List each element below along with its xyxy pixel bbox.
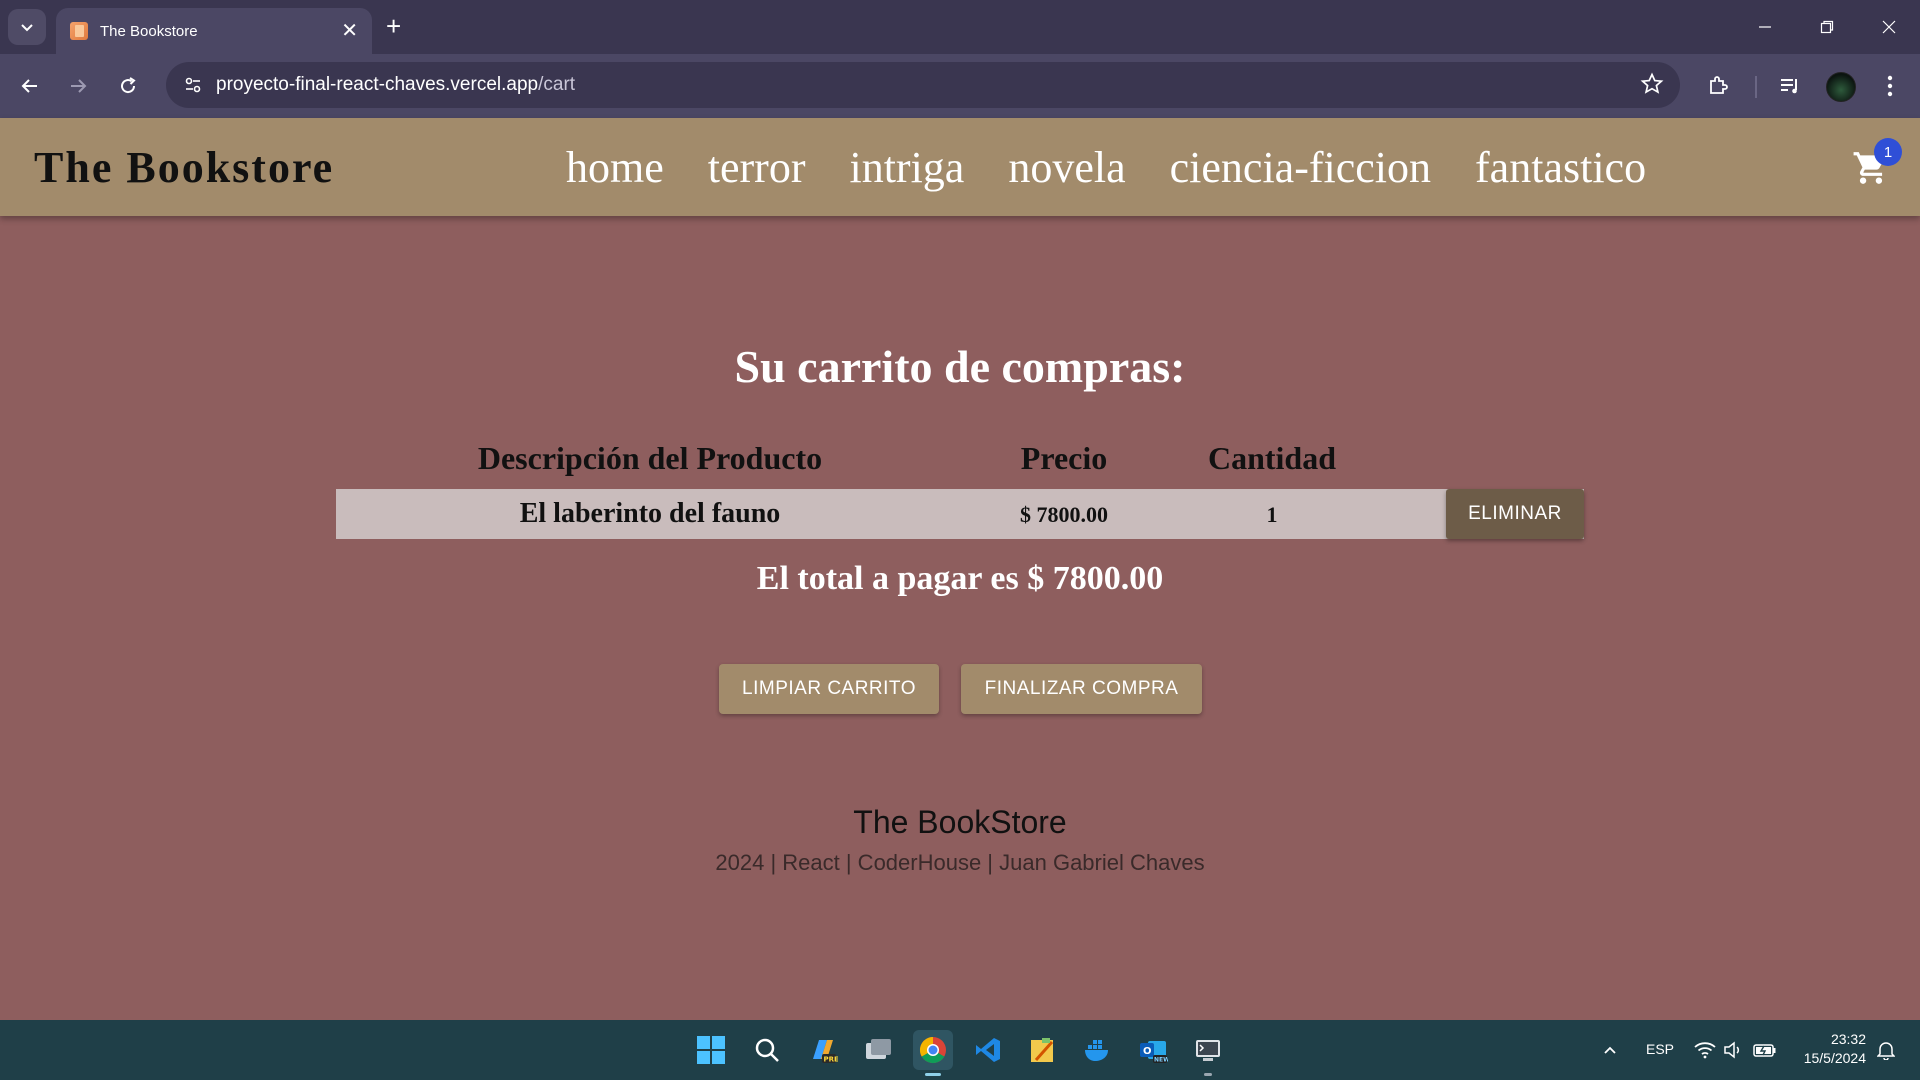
nav-intriga[interactable]: intriga bbox=[849, 142, 964, 193]
close-window-button[interactable] bbox=[1858, 0, 1920, 54]
footer-title: The BookStore bbox=[853, 804, 1067, 840]
chevron-up-icon bbox=[1604, 1046, 1616, 1054]
url-path: /cart bbox=[538, 74, 576, 95]
playlist-icon bbox=[1781, 79, 1797, 94]
clock-date: 15/5/2024 bbox=[1803, 1050, 1866, 1066]
windows-taskbar: PRE O NEW ESP 23:32 15/5/2024 bbox=[0, 1020, 1920, 1080]
cart-count-badge: 1 bbox=[1874, 138, 1902, 166]
clear-cart-button[interactable]: LIMPIAR CARRITO bbox=[719, 664, 939, 714]
item-quantity: 1 bbox=[1266, 502, 1278, 527]
new-tab-button[interactable]: + bbox=[386, 12, 401, 40]
chrome-icon[interactable] bbox=[913, 1030, 953, 1076]
url-text: proyecto-final-react-chaves.vercel.app/c… bbox=[216, 74, 575, 96]
window-controls bbox=[1734, 0, 1920, 54]
main-nav: home terror intriga novela ciencia-ficci… bbox=[566, 142, 1646, 193]
footer-credits: 2024 | React | CoderHouse | Juan Gabriel… bbox=[715, 850, 1205, 875]
running-app-indicator bbox=[1204, 1073, 1212, 1076]
svg-text:O: O bbox=[1143, 1046, 1152, 1057]
back-button[interactable] bbox=[12, 68, 48, 104]
page-title: Su carrito de compras: bbox=[734, 341, 1186, 392]
sticky-notes-icon[interactable] bbox=[1023, 1030, 1063, 1070]
cart-item-row: El laberinto del fauno $ 7800.00 1 bbox=[336, 489, 1584, 539]
toolbar-separator bbox=[1755, 76, 1757, 98]
copilot-icon[interactable]: PRE bbox=[803, 1030, 843, 1070]
start-icon[interactable] bbox=[691, 1030, 731, 1070]
book-favicon-icon bbox=[70, 22, 88, 40]
restore-button[interactable] bbox=[1796, 0, 1858, 54]
remove-item-button[interactable]: ELIMINAR bbox=[1446, 489, 1584, 539]
site-header: The Bookstore home terror intriga novela… bbox=[0, 118, 1920, 216]
close-tab-icon[interactable]: ✕ bbox=[341, 21, 358, 41]
forward-button[interactable] bbox=[60, 68, 96, 104]
active-app-indicator bbox=[925, 1073, 941, 1076]
checkout-button[interactable]: FINALIZAR COMPRA bbox=[961, 664, 1202, 714]
url-host: proyecto-final-react-chaves.vercel.app bbox=[216, 74, 539, 95]
svg-text:NEW: NEW bbox=[1154, 1057, 1168, 1064]
reload-icon bbox=[121, 77, 136, 94]
input-language[interactable]: ESP bbox=[1646, 1041, 1674, 1057]
browser-tab-bar: The Bookstore ✕ + bbox=[0, 0, 1920, 54]
minimize-button[interactable] bbox=[1734, 0, 1796, 54]
minimize-icon bbox=[1759, 26, 1771, 28]
system-clock[interactable]: 23:32 15/5/2024 bbox=[1790, 1030, 1866, 1068]
outlook-icon[interactable]: O NEW bbox=[1133, 1030, 1173, 1070]
more-vertical-icon bbox=[1887, 75, 1893, 97]
clock-time: 23:32 bbox=[1830, 1031, 1866, 1047]
nav-ciencia-ficcion[interactable]: ciencia-ficcion bbox=[1170, 142, 1431, 193]
browser-toolbar: proyecto-final-react-chaves.vercel.app/c… bbox=[0, 54, 1920, 118]
site-settings-icon[interactable] bbox=[178, 70, 208, 100]
profile-avatar[interactable] bbox=[1826, 72, 1856, 102]
media-control-button[interactable] bbox=[1772, 68, 1808, 104]
vscode-icon[interactable] bbox=[968, 1030, 1008, 1070]
search-icon[interactable] bbox=[747, 1030, 787, 1070]
close-icon bbox=[1882, 20, 1896, 34]
docker-icon[interactable] bbox=[1078, 1030, 1118, 1070]
nav-novela[interactable]: novela bbox=[1008, 142, 1125, 193]
extensions-button[interactable] bbox=[1700, 68, 1736, 104]
notifications-bell-icon[interactable] bbox=[1866, 1030, 1906, 1070]
chevron-down-icon bbox=[21, 24, 33, 32]
tab-title: The Bookstore bbox=[100, 22, 198, 40]
nav-fantastico[interactable]: fantastico bbox=[1475, 142, 1646, 193]
nav-terror[interactable]: terror bbox=[708, 142, 806, 193]
restore-icon bbox=[1820, 20, 1834, 34]
bookmark-star-icon[interactable] bbox=[1640, 72, 1664, 101]
battery-icon[interactable] bbox=[1745, 1030, 1785, 1070]
puzzle-icon bbox=[1710, 76, 1728, 94]
tray-overflow-button[interactable] bbox=[1590, 1030, 1630, 1070]
terminal-icon[interactable] bbox=[1188, 1030, 1228, 1076]
nav-home[interactable]: home bbox=[566, 142, 664, 193]
browser-tab[interactable]: The Bookstore ✕ bbox=[56, 8, 372, 54]
tab-search-button[interactable] bbox=[8, 9, 46, 45]
arrow-left-icon bbox=[21, 79, 37, 93]
column-header-quantity: Cantidad bbox=[1207, 440, 1337, 476]
browser-menu-button[interactable] bbox=[1872, 68, 1908, 104]
arrow-right-icon bbox=[71, 79, 87, 93]
task-view-icon[interactable] bbox=[858, 1030, 898, 1070]
item-price: $ 7800.00 bbox=[1020, 502, 1108, 527]
column-header-description: Descripción del Producto bbox=[477, 440, 823, 476]
brand-logo[interactable]: The Bookstore bbox=[34, 142, 334, 193]
item-name: El laberinto del fauno bbox=[519, 498, 781, 529]
address-bar[interactable]: proyecto-final-react-chaves.vercel.app/c… bbox=[166, 62, 1680, 108]
cart-total: El total a pagar es $ 7800.00 bbox=[756, 560, 1164, 597]
reload-button[interactable] bbox=[110, 68, 146, 104]
column-header-price: Precio bbox=[1020, 440, 1108, 476]
svg-text:PRE: PRE bbox=[824, 1056, 839, 1064]
